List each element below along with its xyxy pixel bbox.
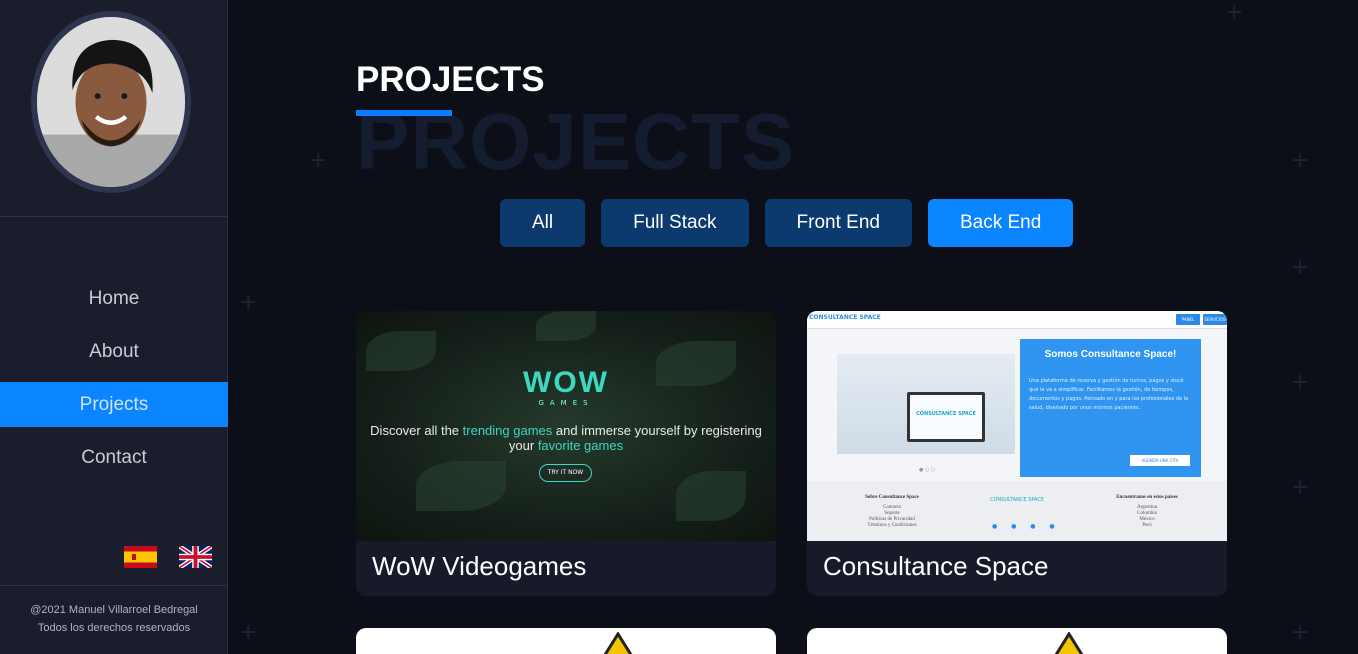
wow-logo-sub: GAMES [538,399,594,407]
avatar-frame [31,11,191,193]
project-card-title[interactable]: Consultance Space [823,551,1048,582]
warning-sign-icon [603,632,633,654]
social-icons: ● ● ● ● [992,523,1061,530]
plus-decoration: + [309,148,328,173]
section-title: PROJECTS [356,60,545,99]
wow-try-button: TRY IT NOW [539,464,592,482]
section-title-underline [356,110,452,116]
cs-footer: Sobre Consultance Space Contacto Soporte… [807,481,1227,541]
sidebar: Home About Projects Contact @2021 Manuel… [0,0,228,654]
plus-decoration: + [1225,0,1244,25]
cs-nav-services: SERVICIOS [1203,314,1227,325]
cs-cta-button: AGENDA UNA CITA [1130,455,1190,466]
cs-footer-logo: CONSULTANCE SPACE [989,497,1045,503]
filter-full-stack-button[interactable]: Full Stack [601,199,749,247]
project-card-consultance[interactable]: CONSULTANCE SPACE PANEL SERVICIOS CONSUL… [807,311,1227,596]
cs-nav-panel: PANEL [1176,314,1200,325]
plus-decoration: + [239,290,258,315]
project-filters: All Full Stack Front End Back End [500,199,1074,247]
rights-text: Todos los derechos reservados [37,622,191,634]
main-content: + + + + + + + + + PROJECTS PROJECTS All … [229,0,1358,654]
plus-decoration: + [1291,620,1310,645]
project-card-partial[interactable] [807,628,1227,654]
plus-decoration: + [1291,148,1310,173]
language-switcher [124,546,212,568]
filter-front-end-button[interactable]: Front End [764,199,912,247]
avatar [37,17,185,187]
filter-all-button[interactable]: All [500,199,586,247]
project-card-title[interactable]: WoW Videogames [372,551,586,582]
warning-sign-icon [1054,632,1084,654]
nav-item-contact[interactable]: Contact [0,431,228,484]
plus-decoration: + [1291,255,1310,280]
plus-decoration: + [239,620,258,645]
sidebar-nav: Home About Projects Contact [0,272,228,484]
filter-back-end-button[interactable]: Back End [927,199,1074,247]
carousel-dots-icon: ● ○ ○ [919,467,936,473]
uk-flag-icon[interactable] [179,546,212,568]
project-thumbnail[interactable]: CONSULTANCE SPACE PANEL SERVICIOS CONSUL… [807,311,1227,541]
plus-decoration: + [1291,475,1310,500]
sidebar-footer: @2021 Manuel Villarroel Bedregal Todos l… [0,601,228,637]
nav-item-home[interactable]: Home [0,272,228,325]
sidebar-divider [0,216,228,217]
project-card-partial[interactable] [356,628,776,654]
nav-item-projects[interactable]: Projects [0,382,228,427]
project-card-wow[interactable]: WOW GAMES Discover all the trending game… [356,311,776,596]
cs-hero-panel: Somos Consultance Space! Una plataforma … [1020,339,1201,477]
sidebar-footer-divider [0,585,228,586]
project-thumbnail[interactable]: WOW GAMES Discover all the trending game… [356,311,776,541]
spain-flag-icon[interactable] [124,546,157,568]
wow-tagline: Discover all the trending games and imme… [370,423,762,453]
copyright-text: @2021 Manuel Villarroel Bedregal [30,604,198,616]
wow-logo: WOW [523,366,609,399]
cs-brand: CONSULTANCE SPACE [809,314,881,321]
cs-hero-photo: CONSULTANCE SPACE [837,354,1015,454]
nav-item-about[interactable]: About [0,325,228,378]
plus-decoration: + [1291,370,1310,395]
